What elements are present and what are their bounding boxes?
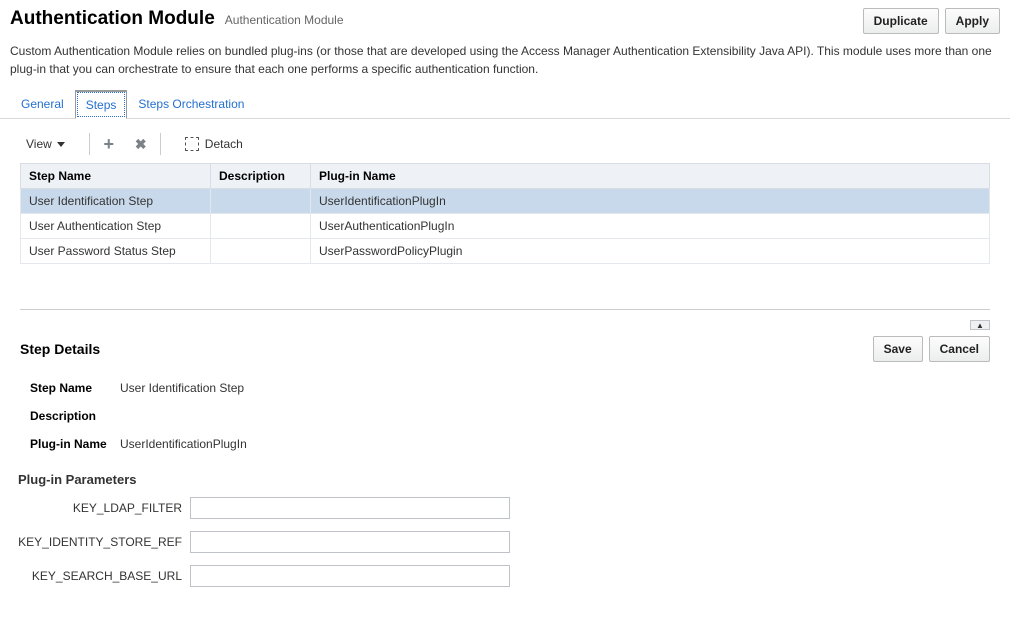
cell-description [211,214,311,239]
duplicate-button[interactable]: Duplicate [863,8,939,34]
cell-step-name: User Password Status Step [21,239,211,264]
param-label: KEY_LDAP_FILTER [0,501,190,515]
cell-plugin-name: UserPasswordPolicyPlugin [311,239,990,264]
plugin-name-label: Plug-in Name [30,437,110,451]
detach-label: Detach [205,137,243,151]
param-label: KEY_IDENTITY_STORE_REF [0,535,190,549]
table-row[interactable]: User Password Status Step UserPasswordPo… [21,239,990,264]
cell-description [211,189,311,214]
col-plugin-name[interactable]: Plug-in Name [311,164,990,189]
plugin-name-value: UserIdentificationPlugIn [110,437,247,451]
tab-general[interactable]: General [10,90,75,119]
step-name-label: Step Name [30,381,110,395]
param-label: KEY_SEARCH_BASE_URL [0,569,190,583]
cell-plugin-name: UserIdentificationPlugIn [311,189,990,214]
delete-icon[interactable] [132,135,150,153]
table-row[interactable]: User Identification Step UserIdentificat… [21,189,990,214]
module-description: Custom Authentication Module relies on b… [0,38,1010,90]
add-icon[interactable] [100,135,118,153]
page-title: Authentication Module [10,8,215,30]
description-value [110,409,120,423]
separator [89,133,90,155]
page-subtitle: Authentication Module [225,13,344,27]
tab-steps-orchestration[interactable]: Steps Orchestration [127,90,255,119]
param-input-ldap-filter[interactable] [190,497,510,519]
description-label: Description [30,409,110,423]
cell-plugin-name: UserAuthenticationPlugIn [311,214,990,239]
cell-description [211,239,311,264]
cancel-button[interactable]: Cancel [929,336,990,362]
steps-table: Step Name Description Plug-in Name User … [20,163,990,264]
tab-steps[interactable]: Steps [75,90,128,119]
view-menu-label: View [26,137,52,151]
save-button[interactable]: Save [873,336,923,362]
separator [160,133,161,155]
chevron-down-icon [57,142,65,147]
col-step-name[interactable]: Step Name [21,164,211,189]
param-input-identity-store-ref[interactable] [190,531,510,553]
detach-button[interactable]: Detach [185,137,243,151]
step-details-title: Step Details [20,341,100,357]
view-menu[interactable]: View [20,137,79,151]
plugin-parameters-title: Plug-in Parameters [0,464,1010,491]
cell-step-name: User Identification Step [21,189,211,214]
detach-icon [185,137,199,151]
step-name-value: User Identification Step [110,381,244,395]
cell-step-name: User Authentication Step [21,214,211,239]
col-description[interactable]: Description [211,164,311,189]
param-input-search-base-url[interactable] [190,565,510,587]
table-row[interactable]: User Authentication Step UserAuthenticat… [21,214,990,239]
collapse-toggle[interactable]: ▲ [970,320,990,330]
apply-button[interactable]: Apply [945,8,1000,34]
